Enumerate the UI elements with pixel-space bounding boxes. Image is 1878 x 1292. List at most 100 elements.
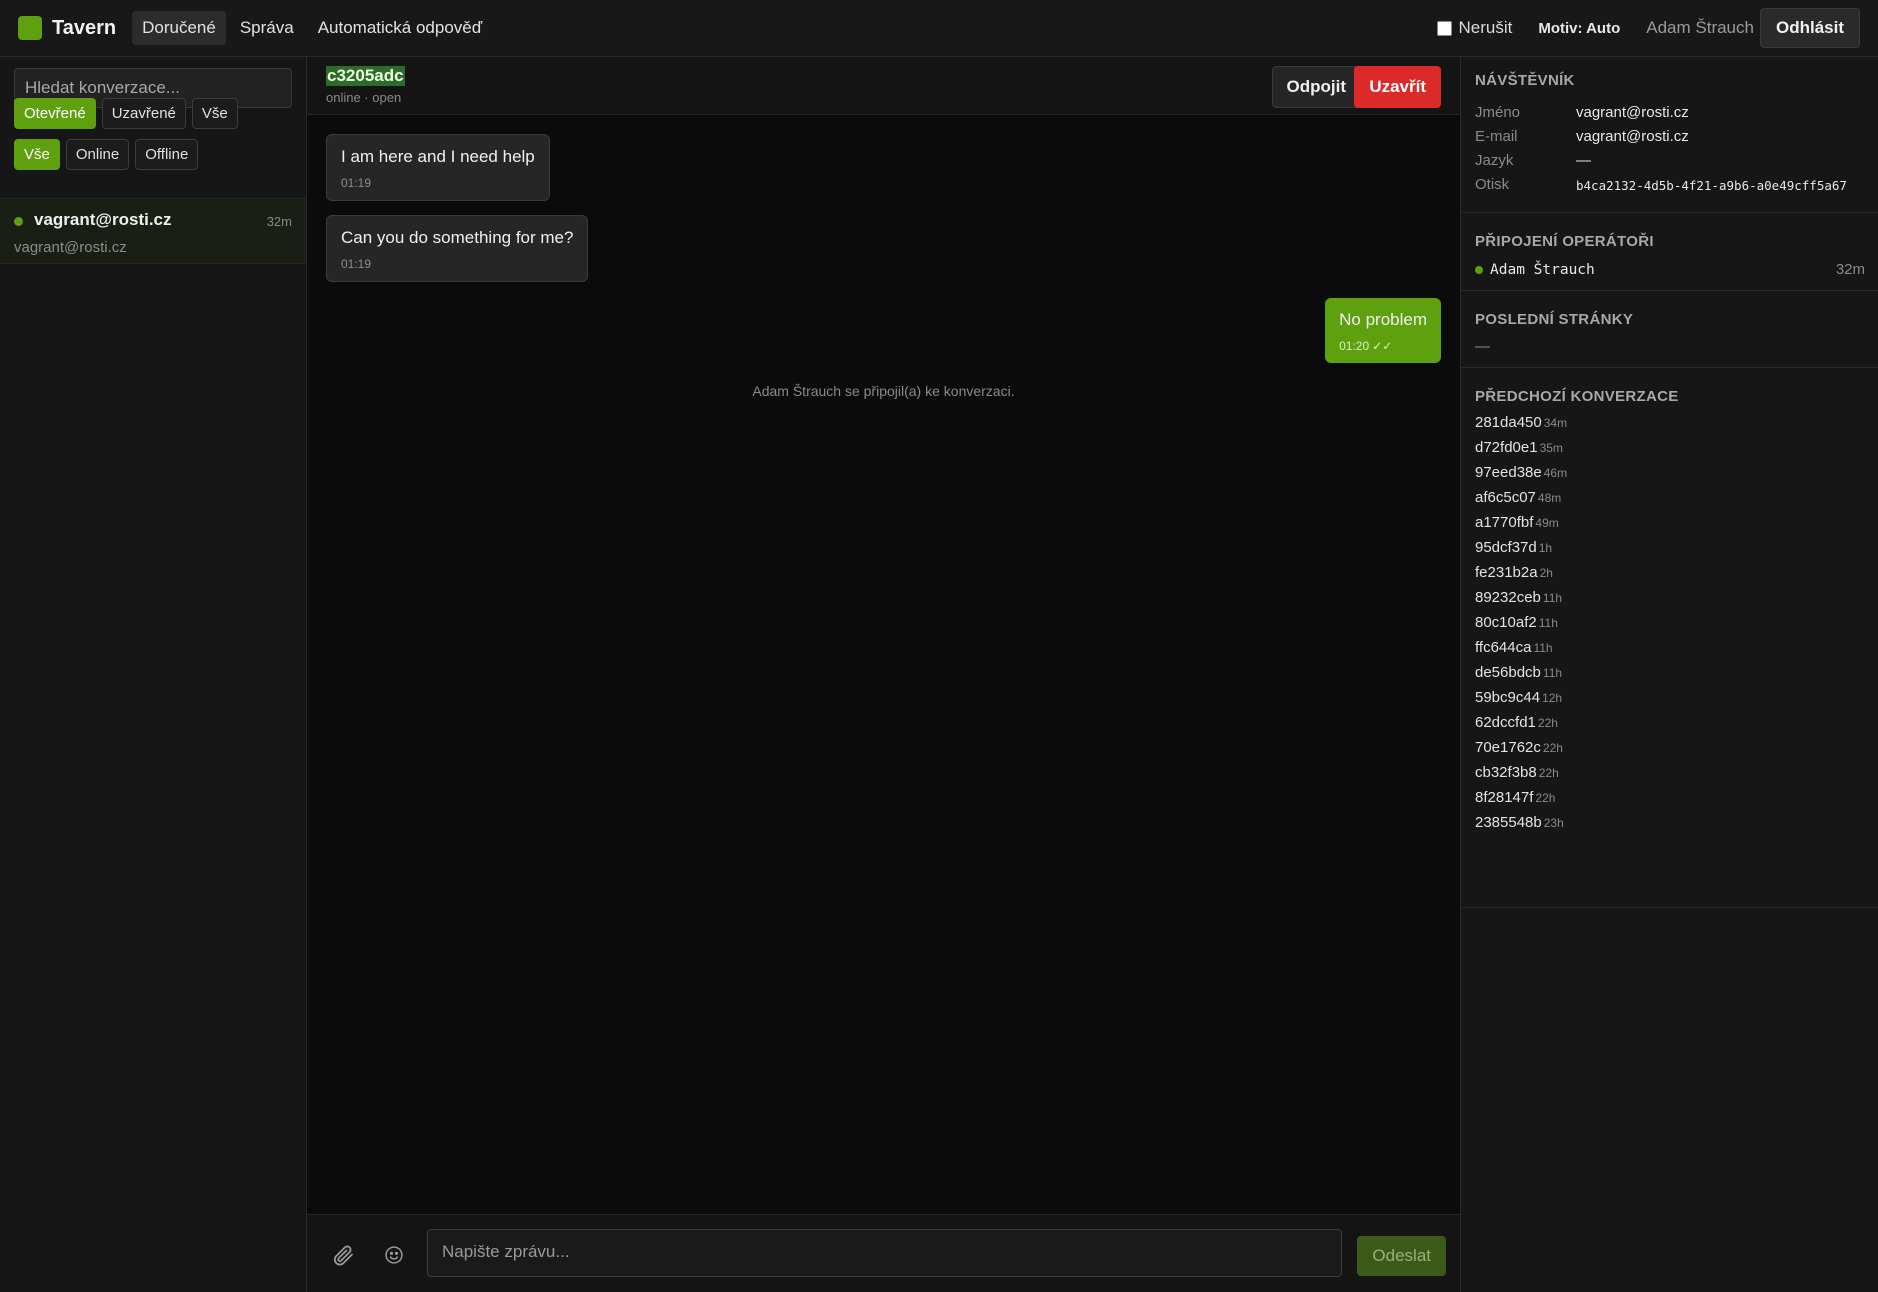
- paperclip-icon[interactable]: [331, 1243, 355, 1267]
- previous-conversation-id: fe231b2a: [1475, 564, 1538, 581]
- previous-conversation-link[interactable]: 281da450 34m: [1475, 414, 1567, 431]
- field-label: E-mail: [1475, 128, 1518, 145]
- chat-header: c3205adc online · open Odpojit Uzavřít: [307, 57, 1460, 115]
- previous-conversation-id: de56bdcb: [1475, 664, 1541, 681]
- filter-all-status[interactable]: Vše: [191, 98, 238, 129]
- last-pages-section-title: POSLEDNÍ STRÁNKY: [1475, 311, 1634, 328]
- visitor-name-row: Jméno vagrant@rosti.cz: [1475, 104, 1689, 121]
- last-pages-empty: —: [1475, 338, 1490, 355]
- previous-conversation-id: 62dccfd1: [1475, 714, 1536, 731]
- current-user-name: Adam Štrauch: [1646, 18, 1754, 37]
- conversation-list-item[interactable]: vagrant@rosti.cz 32m vagrant@rosti.cz: [0, 198, 306, 264]
- previous-conversation-id: 95dcf37d: [1475, 539, 1537, 556]
- previous-conversation-id: 80c10af2: [1475, 614, 1537, 631]
- previous-conversation-link[interactable]: 62dccfd1 22h: [1475, 714, 1558, 731]
- previous-conversation-id: 70e1762c: [1475, 739, 1541, 756]
- message-time-value: 01:20: [1339, 339, 1370, 353]
- previous-conversation-age: 2h: [1539, 566, 1553, 580]
- logo-icon: [18, 16, 42, 40]
- previous-conversation-age: 48m: [1537, 491, 1562, 505]
- details-panel: NÁVŠTĚVNÍK Jméno vagrant@rosti.cz E-mail…: [1460, 57, 1878, 1292]
- previous-conversation-link[interactable]: d72fd0e1 35m: [1475, 439, 1563, 456]
- visitor-language-row: Jazyk —: [1475, 152, 1591, 169]
- previous-conversation-age: 46m: [1543, 466, 1568, 480]
- previous-conversation-link[interactable]: 89232ceb 11h: [1475, 589, 1562, 606]
- previous-conversation-link[interactable]: 95dcf37d 1h: [1475, 539, 1552, 556]
- previous-conversation-link[interactable]: af6c5c07 48m: [1475, 489, 1561, 506]
- field-label: Otisk: [1475, 176, 1510, 193]
- read-ticks-icon: ✓✓: [1372, 339, 1393, 353]
- field-label: Jméno: [1475, 104, 1521, 121]
- do-not-disturb-checkbox[interactable]: [1437, 20, 1453, 36]
- previous-conversation-id: d72fd0e1: [1475, 439, 1538, 456]
- visitor-fingerprint-row: Otisk b4ca2132-4d5b-4f21-a9b6-a0e49cff5a…: [1475, 176, 1847, 193]
- previous-conversation-link[interactable]: de56bdcb 11h: [1475, 664, 1562, 681]
- previous-conversation-id: 2385548b: [1475, 814, 1542, 831]
- message-time: 01:20 ✓✓: [1339, 339, 1427, 353]
- do-not-disturb-toggle[interactable]: Nerušit: [1437, 18, 1512, 38]
- previous-conversation-link[interactable]: 70e1762c 22h: [1475, 739, 1563, 756]
- field-value: —: [1576, 152, 1591, 169]
- theme-switcher[interactable]: Motiv: Auto: [1538, 20, 1620, 37]
- visitor-section-title: NÁVŠTĚVNÍK: [1475, 72, 1575, 89]
- disconnect-button[interactable]: Odpojit: [1271, 66, 1361, 108]
- nav-management[interactable]: Správa: [230, 11, 304, 45]
- previous-conversation-id: 97eed38e: [1475, 464, 1542, 481]
- emoji-icon[interactable]: [384, 1245, 404, 1265]
- previous-conversation-link[interactable]: 97eed38e 46m: [1475, 464, 1567, 481]
- nav-auto-reply[interactable]: Automatická odpověď: [308, 11, 493, 45]
- filter-offline[interactable]: Offline: [135, 139, 199, 170]
- app-name: Tavern: [52, 16, 117, 39]
- previous-conversation-age: 34m: [1543, 416, 1568, 430]
- filter-online[interactable]: Online: [65, 139, 130, 170]
- previous-conversation-link[interactable]: cb32f3b8 22h: [1475, 764, 1559, 781]
- conversation-status: online · open: [326, 90, 402, 105]
- message-text: I am here and I need help: [341, 147, 535, 166]
- send-button[interactable]: Odeslat: [1357, 1236, 1446, 1276]
- previous-conversation-age: 11h: [1542, 591, 1563, 605]
- previous-conversation-age: 23h: [1543, 816, 1564, 830]
- previous-conversation-link[interactable]: fe231b2a 2h: [1475, 564, 1553, 581]
- online-status-dot: [14, 217, 23, 226]
- operator-row: Adam Štrauch 32m: [1475, 261, 1865, 278]
- previous-conversation-age: 12h: [1542, 691, 1563, 705]
- previous-conversation-age: 1h: [1538, 541, 1553, 555]
- previous-conversation-link[interactable]: a1770fbf 49m: [1475, 514, 1559, 531]
- previous-conversation-link[interactable]: 8f28147f 22h: [1475, 789, 1555, 806]
- previous-conversation-id: 281da450: [1475, 414, 1542, 431]
- message-text: Can you do something for me?: [341, 228, 574, 247]
- previous-conversation-link[interactable]: 59bc9c44 12h: [1475, 689, 1562, 706]
- nav-inbox[interactable]: Doručené: [132, 11, 226, 45]
- conversation-id: c3205adc: [326, 66, 405, 86]
- conversation-title: vagrant@rosti.cz: [34, 210, 172, 229]
- message-bubble-incoming: Can you do something for me? 01:19: [326, 215, 589, 282]
- field-value: vagrant@rosti.cz: [1576, 128, 1689, 145]
- previous-conversation-id: 89232ceb: [1475, 589, 1541, 606]
- message-input[interactable]: [427, 1229, 1342, 1277]
- message-time: 01:19: [341, 176, 372, 190]
- do-not-disturb-label: Nerušit: [1458, 18, 1513, 37]
- conversation-time: 32m: [266, 214, 292, 229]
- previous-conversation-age: 35m: [1539, 441, 1563, 455]
- previous-conversation-id: 59bc9c44: [1475, 689, 1541, 706]
- previous-conversation-id: 8f28147f: [1475, 789, 1534, 806]
- previous-conversation-link[interactable]: ffc644ca 11h: [1475, 639, 1553, 656]
- previous-conversation-id: cb32f3b8: [1475, 764, 1537, 781]
- filter-open[interactable]: Otevřené: [14, 98, 96, 129]
- previous-conversation-link[interactable]: 2385548b 23h: [1475, 814, 1564, 831]
- previous-conversation-age: 22h: [1538, 766, 1559, 780]
- previous-conversation-age: 22h: [1535, 791, 1556, 805]
- operators-section: PŘIPOJENÍ OPERÁTOŘI Adam Štrauch 32m: [1461, 213, 1878, 291]
- filter-all-presence[interactable]: Vše: [14, 139, 60, 170]
- chat-panel: c3205adc online · open Odpojit Uzavřít I…: [307, 57, 1460, 1292]
- visitor-email-row: E-mail vagrant@rosti.cz: [1475, 128, 1689, 145]
- conversation-subtitle: vagrant@rosti.cz: [14, 239, 127, 256]
- field-value: b4ca2132-4d5b-4f21-a9b6-a0e49cff5a67: [1576, 178, 1847, 193]
- close-conversation-button[interactable]: Uzavřít: [1354, 66, 1441, 108]
- logout-button[interactable]: Odhlásit: [1759, 8, 1860, 48]
- previous-conversation-age: 11h: [1542, 666, 1563, 680]
- filter-closed[interactable]: Uzavřené: [101, 98, 186, 129]
- field-value: vagrant@rosti.cz: [1576, 104, 1689, 121]
- message-bubble-outgoing: No problem 01:20 ✓✓: [1325, 298, 1441, 363]
- previous-conversation-link[interactable]: 80c10af2 11h: [1475, 614, 1558, 631]
